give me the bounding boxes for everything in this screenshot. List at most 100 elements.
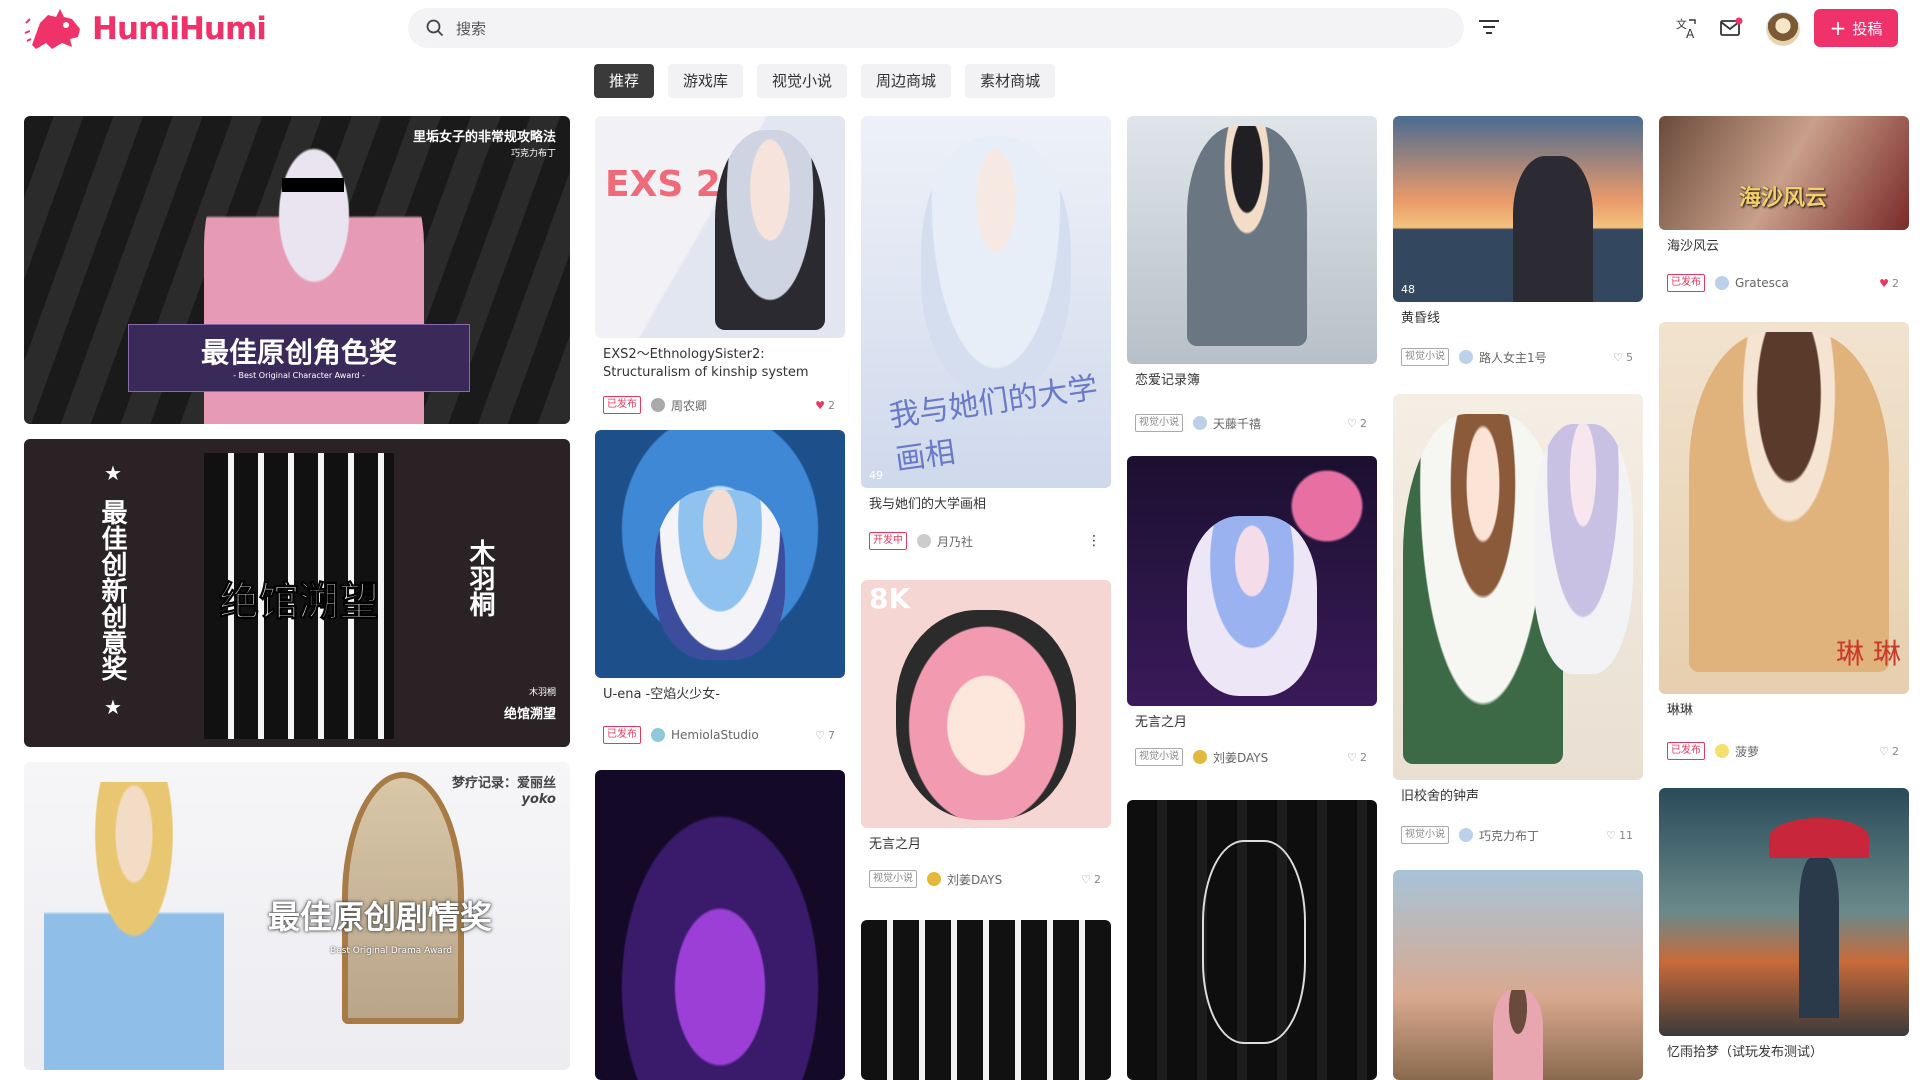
author-name[interactable]: 菠萝 xyxy=(1735,743,1879,760)
censor-bar xyxy=(282,178,344,192)
brand-logo[interactable]: HumiHumi xyxy=(22,4,267,54)
category-badge: 视觉小说 xyxy=(1135,414,1183,432)
heart-outline-icon: ♡ xyxy=(1081,872,1091,886)
game-card[interactable]: 忆雨拾梦（试玩发布测试） xyxy=(1659,788,1909,1062)
top-header: HumiHumi 文 A + 投稿 xyxy=(0,0,1920,58)
like-count: 2 xyxy=(1892,276,1899,290)
brand-name: HumiHumi xyxy=(92,11,267,47)
banner-game-title: 里垢女子的非常规攻略法 xyxy=(412,130,556,145)
category-badge: 视觉小说 xyxy=(1401,348,1449,366)
like-button[interactable]: ♡ 11 xyxy=(1606,829,1633,842)
game-card[interactable] xyxy=(861,920,1111,1080)
star-icon: ★ xyxy=(104,461,122,485)
award-banner-drama[interactable]: 梦疗记录：爱丽丝 yoko 最佳原创剧情奖 Best Original Dram… xyxy=(24,762,570,1070)
author-avatar[interactable] xyxy=(1459,350,1473,364)
author-name[interactable]: 刘姜DAYS xyxy=(1213,749,1347,766)
message-icon[interactable] xyxy=(1718,15,1744,41)
author-name[interactable]: 巧克力布丁 xyxy=(1479,827,1606,844)
tab-game-library[interactable]: 游戏库 xyxy=(668,64,744,98)
filter-icon[interactable] xyxy=(1478,18,1500,36)
award-banner-character[interactable]: 里垢女子的非常规攻略法 巧克力布丁 最佳原创角色奖 - Best Origina… xyxy=(24,116,570,424)
game-card[interactable]: U-ena -空焰火少女- 已发布 HemiolaStudio ♡ 7 xyxy=(595,430,845,744)
author-avatar[interactable] xyxy=(927,872,941,886)
status-badge: 开发中 xyxy=(869,532,907,550)
game-cover: 48 xyxy=(1393,116,1643,302)
like-count: 2 xyxy=(1094,872,1101,886)
game-card[interactable]: 48 黄昏线 视觉小说 路人女主1号 ♡ 5 xyxy=(1393,116,1643,366)
like-button[interactable]: ♥ 2 xyxy=(815,399,835,412)
game-cover xyxy=(1127,456,1377,706)
game-title: EXS2～EthnologySister2: Structuralism of … xyxy=(603,347,809,380)
game-card[interactable]: 琳 琳 琳琳 已发布 菠萝 ♡ 2 xyxy=(1659,322,1909,760)
like-button[interactable]: ♡ 2 xyxy=(1347,751,1367,764)
award-title: 最佳原创角色奖 xyxy=(200,336,397,369)
author-avatar[interactable] xyxy=(1715,276,1729,290)
search-bar[interactable] xyxy=(408,8,1464,50)
game-card[interactable]: 恋爱记录簿 视觉小说 天藤千禧 ♡ 2 xyxy=(1127,116,1377,432)
heart-outline-icon: ♡ xyxy=(1879,744,1889,758)
translate-icon[interactable]: 文 A xyxy=(1674,15,1700,41)
tab-asset-store[interactable]: 素材商城 xyxy=(965,64,1056,98)
more-options-icon[interactable]: ⋮ xyxy=(1087,533,1101,549)
author-avatar[interactable] xyxy=(651,398,665,412)
game-card[interactable] xyxy=(1127,800,1377,1080)
author-avatar[interactable] xyxy=(917,534,931,548)
search-input[interactable] xyxy=(454,8,1438,50)
author-avatar[interactable] xyxy=(651,728,665,742)
game-card[interactable] xyxy=(1393,870,1643,1080)
like-button[interactable]: ♥ 2 xyxy=(1879,277,1899,290)
author-avatar[interactable] xyxy=(1715,744,1729,758)
game-card[interactable]: EXS 2 EXS2～EthnologySister2: Structurali… xyxy=(595,116,845,414)
brand-mascot-icon xyxy=(22,5,90,53)
tab-merch-store[interactable]: 周边商城 xyxy=(861,64,952,98)
heart-outline-icon: ♡ xyxy=(1347,416,1357,430)
user-avatar[interactable] xyxy=(1766,12,1800,46)
author-avatar[interactable] xyxy=(1193,750,1207,764)
author-name[interactable]: HemiolaStudio xyxy=(671,728,815,742)
author-name[interactable]: 周农卿 xyxy=(671,397,815,414)
banner-game-author: 巧克力布丁 xyxy=(510,149,556,159)
tab-recommend[interactable]: 推荐 xyxy=(594,64,655,98)
like-button[interactable]: ♡ 2 xyxy=(1347,417,1367,430)
status-badge: 已发布 xyxy=(603,726,641,744)
author-name[interactable]: 路人女主1号 xyxy=(1479,349,1613,366)
star-icon: ★ xyxy=(104,695,122,719)
like-button[interactable]: ♡ 2 xyxy=(1081,873,1101,886)
author-name[interactable]: 刘姜DAYS xyxy=(947,871,1081,888)
game-cover: 琳 琳 xyxy=(1659,322,1909,694)
author-name[interactable]: Gratesca xyxy=(1735,276,1879,290)
like-button[interactable]: ♡ 5 xyxy=(1613,351,1633,364)
game-card[interactable] xyxy=(595,770,845,1080)
banner-game-author: yoko xyxy=(521,792,556,807)
tab-visual-novel[interactable]: 视觉小说 xyxy=(757,64,848,98)
like-count: 2 xyxy=(828,398,835,412)
author-avatar[interactable] xyxy=(1193,416,1207,430)
author-name[interactable]: 月乃社 xyxy=(937,533,1087,550)
game-cover xyxy=(595,770,845,1080)
search-icon xyxy=(426,19,444,37)
game-card[interactable]: 8K 无言之月 视觉小说 刘姜DAYS ♡ 2 xyxy=(861,580,1111,888)
award-banner-innovation[interactable]: 绝馆溯望 最佳创新创意奖 ★ ★ 木羽桐 木羽桐 绝馆溯望 xyxy=(24,439,570,747)
game-card[interactable]: 旧校舍的钟声 视觉小说 巧克力布丁 ♡ 11 xyxy=(1393,394,1643,844)
game-cover xyxy=(861,920,1111,1080)
game-card[interactable]: 无言之月 视觉小说 刘姜DAYS ♡ 2 xyxy=(1127,456,1377,766)
status-badge: 已发布 xyxy=(1667,742,1705,760)
post-button-label: 投稿 xyxy=(1852,19,1883,38)
author-name-vertical: 木羽桐 xyxy=(465,539,495,617)
alice-illustration xyxy=(44,782,224,1070)
post-button[interactable]: + 投稿 xyxy=(1814,9,1898,47)
category-badge: 视觉小说 xyxy=(1135,748,1183,766)
game-card[interactable]: 我与她们的大学画相 49 我与她们的大学画相 开发中 月乃社 ⋮ xyxy=(861,116,1111,550)
cover-title-art: 我与她们的大学画相 xyxy=(887,370,1100,478)
game-cover xyxy=(1393,394,1643,780)
game-card[interactable]: 海沙风云 海沙风云 已发布 Gratesca ♥ 2 xyxy=(1659,116,1909,292)
banner-game-title-small: 绝馆溯望 xyxy=(503,707,556,722)
heart-outline-icon: ♡ xyxy=(1613,350,1623,364)
author-name[interactable]: 天藤千禧 xyxy=(1213,415,1347,432)
game-cover: 我与她们的大学画相 49 xyxy=(861,116,1111,488)
view-count: 48 xyxy=(1401,283,1415,296)
author-avatar[interactable] xyxy=(1459,828,1473,842)
like-button[interactable]: ♡ 7 xyxy=(815,729,835,742)
like-button[interactable]: ♡ 2 xyxy=(1879,745,1899,758)
like-count: 2 xyxy=(1892,744,1899,758)
